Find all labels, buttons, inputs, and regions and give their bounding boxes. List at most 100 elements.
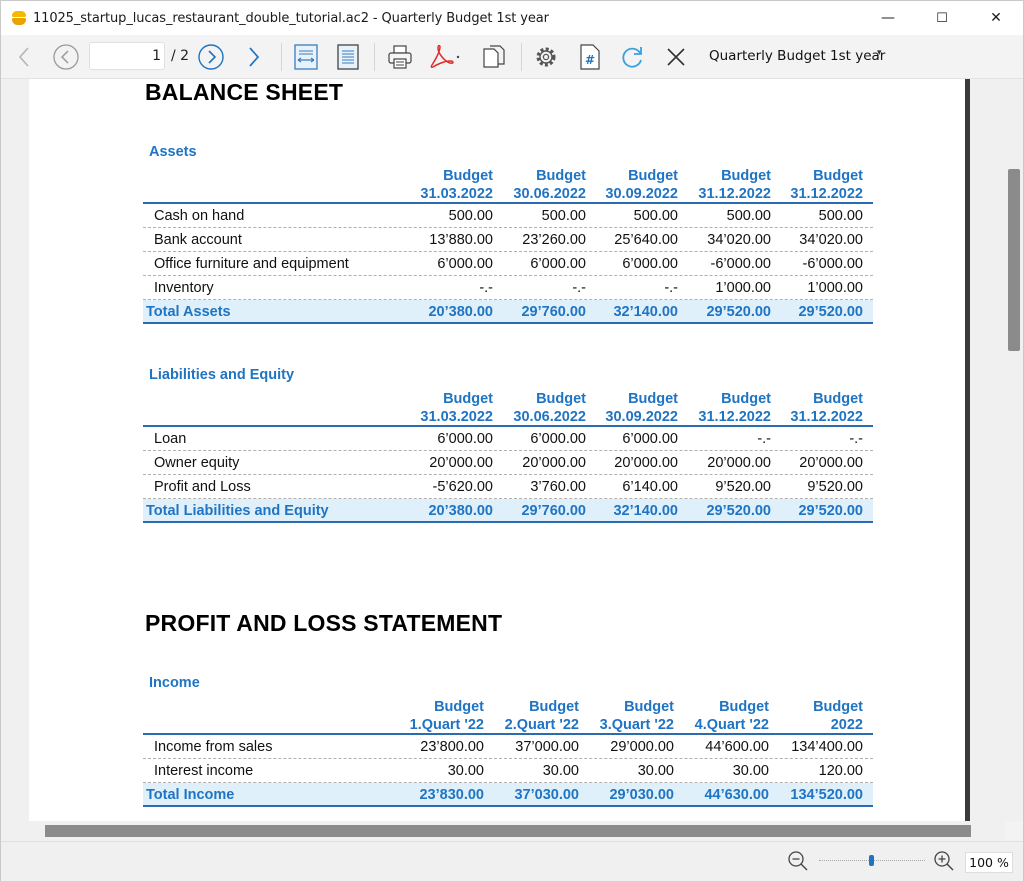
row-value: 1’000.00 bbox=[807, 280, 863, 296]
forward-arrow-icon[interactable] bbox=[237, 39, 271, 75]
row-label: Loan bbox=[154, 431, 187, 447]
app-window: 11025_startup_lucas_restaurant_double_tu… bbox=[0, 0, 1024, 881]
row-label: Inventory bbox=[154, 280, 214, 296]
chevron-down-icon[interactable]: ▾ bbox=[877, 47, 882, 58]
column-header-line1: Budget bbox=[628, 391, 678, 407]
horizontal-scroll-thumb[interactable] bbox=[45, 825, 971, 837]
next-page-icon[interactable] bbox=[194, 39, 228, 75]
row-value: 34’020.00 bbox=[707, 232, 771, 248]
svg-text:#: # bbox=[585, 53, 595, 67]
table-header: Budget 1.Quart '22 Budget 2.Quart '22 Budget… bbox=[143, 697, 873, 735]
total-value: 20’380.00 bbox=[428, 304, 493, 320]
column-header-line1: Budget bbox=[813, 168, 863, 184]
table-header: Budget 31.03.2022 Budget 30.06.2022 Budget 30… bbox=[143, 389, 873, 427]
column-header-line2: 31.12.2022 bbox=[790, 409, 863, 425]
row-value: 30.00 bbox=[732, 763, 769, 779]
table-row: Interest income 30.00 30.00 30.00 30.00 120.0… bbox=[143, 759, 873, 783]
row-value: -6’000.00 bbox=[802, 256, 863, 272]
row-value: -.- bbox=[757, 431, 771, 447]
zoom-out-icon[interactable] bbox=[787, 850, 809, 872]
minimize-button[interactable]: — bbox=[861, 1, 915, 35]
close-window-button[interactable]: ✕ bbox=[969, 1, 1023, 35]
column-header-line1: Budget bbox=[434, 699, 484, 715]
fit-page-icon[interactable] bbox=[331, 39, 365, 75]
total-value: 44’630.00 bbox=[704, 787, 769, 803]
column-header: Budget 2022 bbox=[813, 698, 863, 734]
zoom-slider-thumb[interactable] bbox=[869, 855, 874, 866]
column-header: Budget 31.12.2022 bbox=[790, 390, 863, 426]
column-header-line2: 30.09.2022 bbox=[605, 186, 678, 202]
pdf-icon[interactable] bbox=[427, 39, 461, 75]
column-header: Budget 30.09.2022 bbox=[605, 167, 678, 203]
report-selector[interactable]: Quarterly Budget 1st year bbox=[709, 48, 885, 64]
total-row: Total Liabilities and Equity 20’380.00 29’… bbox=[143, 499, 873, 523]
column-header-line2: 31.12.2022 bbox=[698, 409, 771, 425]
total-row: Total Assets 20’380.00 29’760.00 32’140.00 2… bbox=[143, 300, 873, 324]
zoom-in-icon[interactable] bbox=[933, 850, 955, 872]
row-value: 30.00 bbox=[637, 763, 674, 779]
toolbar-separator bbox=[374, 43, 375, 71]
vertical-scrollbar[interactable] bbox=[1005, 79, 1023, 821]
column-header: Budget 31.12.2022 bbox=[698, 167, 771, 203]
title-bar: 11025_startup_lucas_restaurant_double_tu… bbox=[1, 1, 1023, 35]
row-value: 1’000.00 bbox=[715, 280, 771, 296]
column-header-line2: 31.12.2022 bbox=[698, 186, 771, 202]
table-header: Budget 31.03.2022 Budget 30.06.2022 Budget 30… bbox=[143, 166, 873, 204]
row-label: Interest income bbox=[154, 763, 254, 779]
print-icon[interactable] bbox=[383, 39, 417, 75]
row-value: 500.00 bbox=[633, 208, 678, 224]
column-header-line2: 31.12.2022 bbox=[790, 186, 863, 202]
assets-section-title: Assets bbox=[149, 144, 197, 160]
column-header-line1: Budget bbox=[443, 168, 493, 184]
page-total-label: / 2 bbox=[171, 48, 190, 64]
hash-document-icon[interactable]: # bbox=[573, 39, 607, 75]
column-header-line1: Budget bbox=[719, 699, 769, 715]
toolbar-separator bbox=[281, 43, 282, 71]
copy-icon[interactable] bbox=[477, 39, 511, 75]
column-header: Budget 31.12.2022 bbox=[790, 167, 863, 203]
column-header: Budget 2.Quart '22 bbox=[505, 698, 579, 734]
zoom-level-display[interactable]: 100 % bbox=[965, 852, 1013, 873]
column-header-line1: Budget bbox=[529, 699, 579, 715]
total-label: Total Income bbox=[146, 787, 235, 803]
row-value: 9’520.00 bbox=[715, 479, 771, 495]
table-row: Income from sales 23’800.00 37’000.00 29’00… bbox=[143, 735, 873, 759]
row-value: 20’000.00 bbox=[707, 455, 771, 471]
row-value: 37’000.00 bbox=[515, 739, 579, 755]
prev-page-icon[interactable] bbox=[49, 39, 83, 75]
document-viewer[interactable]: BALANCE SHEET Assets Budget 31.03.2022 Bud… bbox=[1, 79, 1023, 821]
row-label: Cash on hand bbox=[154, 208, 245, 224]
fit-width-icon[interactable] bbox=[289, 39, 323, 75]
row-value: -.- bbox=[849, 431, 863, 447]
liabilities-table: Budget 31.03.2022 Budget 30.06.2022 Budget 30… bbox=[143, 389, 873, 523]
income-section-title: Income bbox=[149, 675, 200, 691]
maximize-button[interactable]: ☐ bbox=[915, 1, 969, 35]
column-header: Budget 1.Quart '22 bbox=[410, 698, 484, 734]
row-value: -.- bbox=[572, 280, 586, 296]
liabilities-section-title: Liabilities and Equity bbox=[149, 367, 295, 383]
close-icon[interactable] bbox=[659, 39, 693, 75]
total-value: 29’520.00 bbox=[706, 304, 771, 320]
vertical-scroll-thumb[interactable] bbox=[1008, 169, 1020, 351]
row-value: 3’760.00 bbox=[530, 479, 586, 495]
report-page: BALANCE SHEET Assets Budget 31.03.2022 Bud… bbox=[29, 79, 965, 821]
total-label: Total Liabilities and Equity bbox=[146, 503, 329, 519]
total-value: 29’030.00 bbox=[609, 787, 674, 803]
refresh-icon[interactable] bbox=[615, 39, 649, 75]
horizontal-scrollbar[interactable] bbox=[1, 821, 1005, 841]
table-row: Owner equity 20’000.00 20’000.00 20’000.00 2… bbox=[143, 451, 873, 475]
row-label: Owner equity bbox=[154, 455, 240, 471]
row-value: -5’620.00 bbox=[432, 479, 493, 495]
column-header: Budget 4.Quart '22 bbox=[695, 698, 769, 734]
row-value: 500.00 bbox=[448, 208, 493, 224]
settings-icon[interactable] bbox=[529, 39, 563, 75]
page-number-input[interactable]: 1 bbox=[89, 42, 165, 70]
row-value: 500.00 bbox=[726, 208, 771, 224]
app-logo-icon bbox=[11, 10, 27, 26]
total-label: Total Assets bbox=[146, 304, 231, 320]
balance-sheet-heading: BALANCE SHEET bbox=[145, 79, 344, 105]
back-arrow-icon[interactable] bbox=[7, 39, 41, 75]
row-label: Bank account bbox=[154, 232, 242, 248]
column-header-line1: Budget bbox=[628, 168, 678, 184]
column-header: Budget 3.Quart '22 bbox=[600, 698, 674, 734]
